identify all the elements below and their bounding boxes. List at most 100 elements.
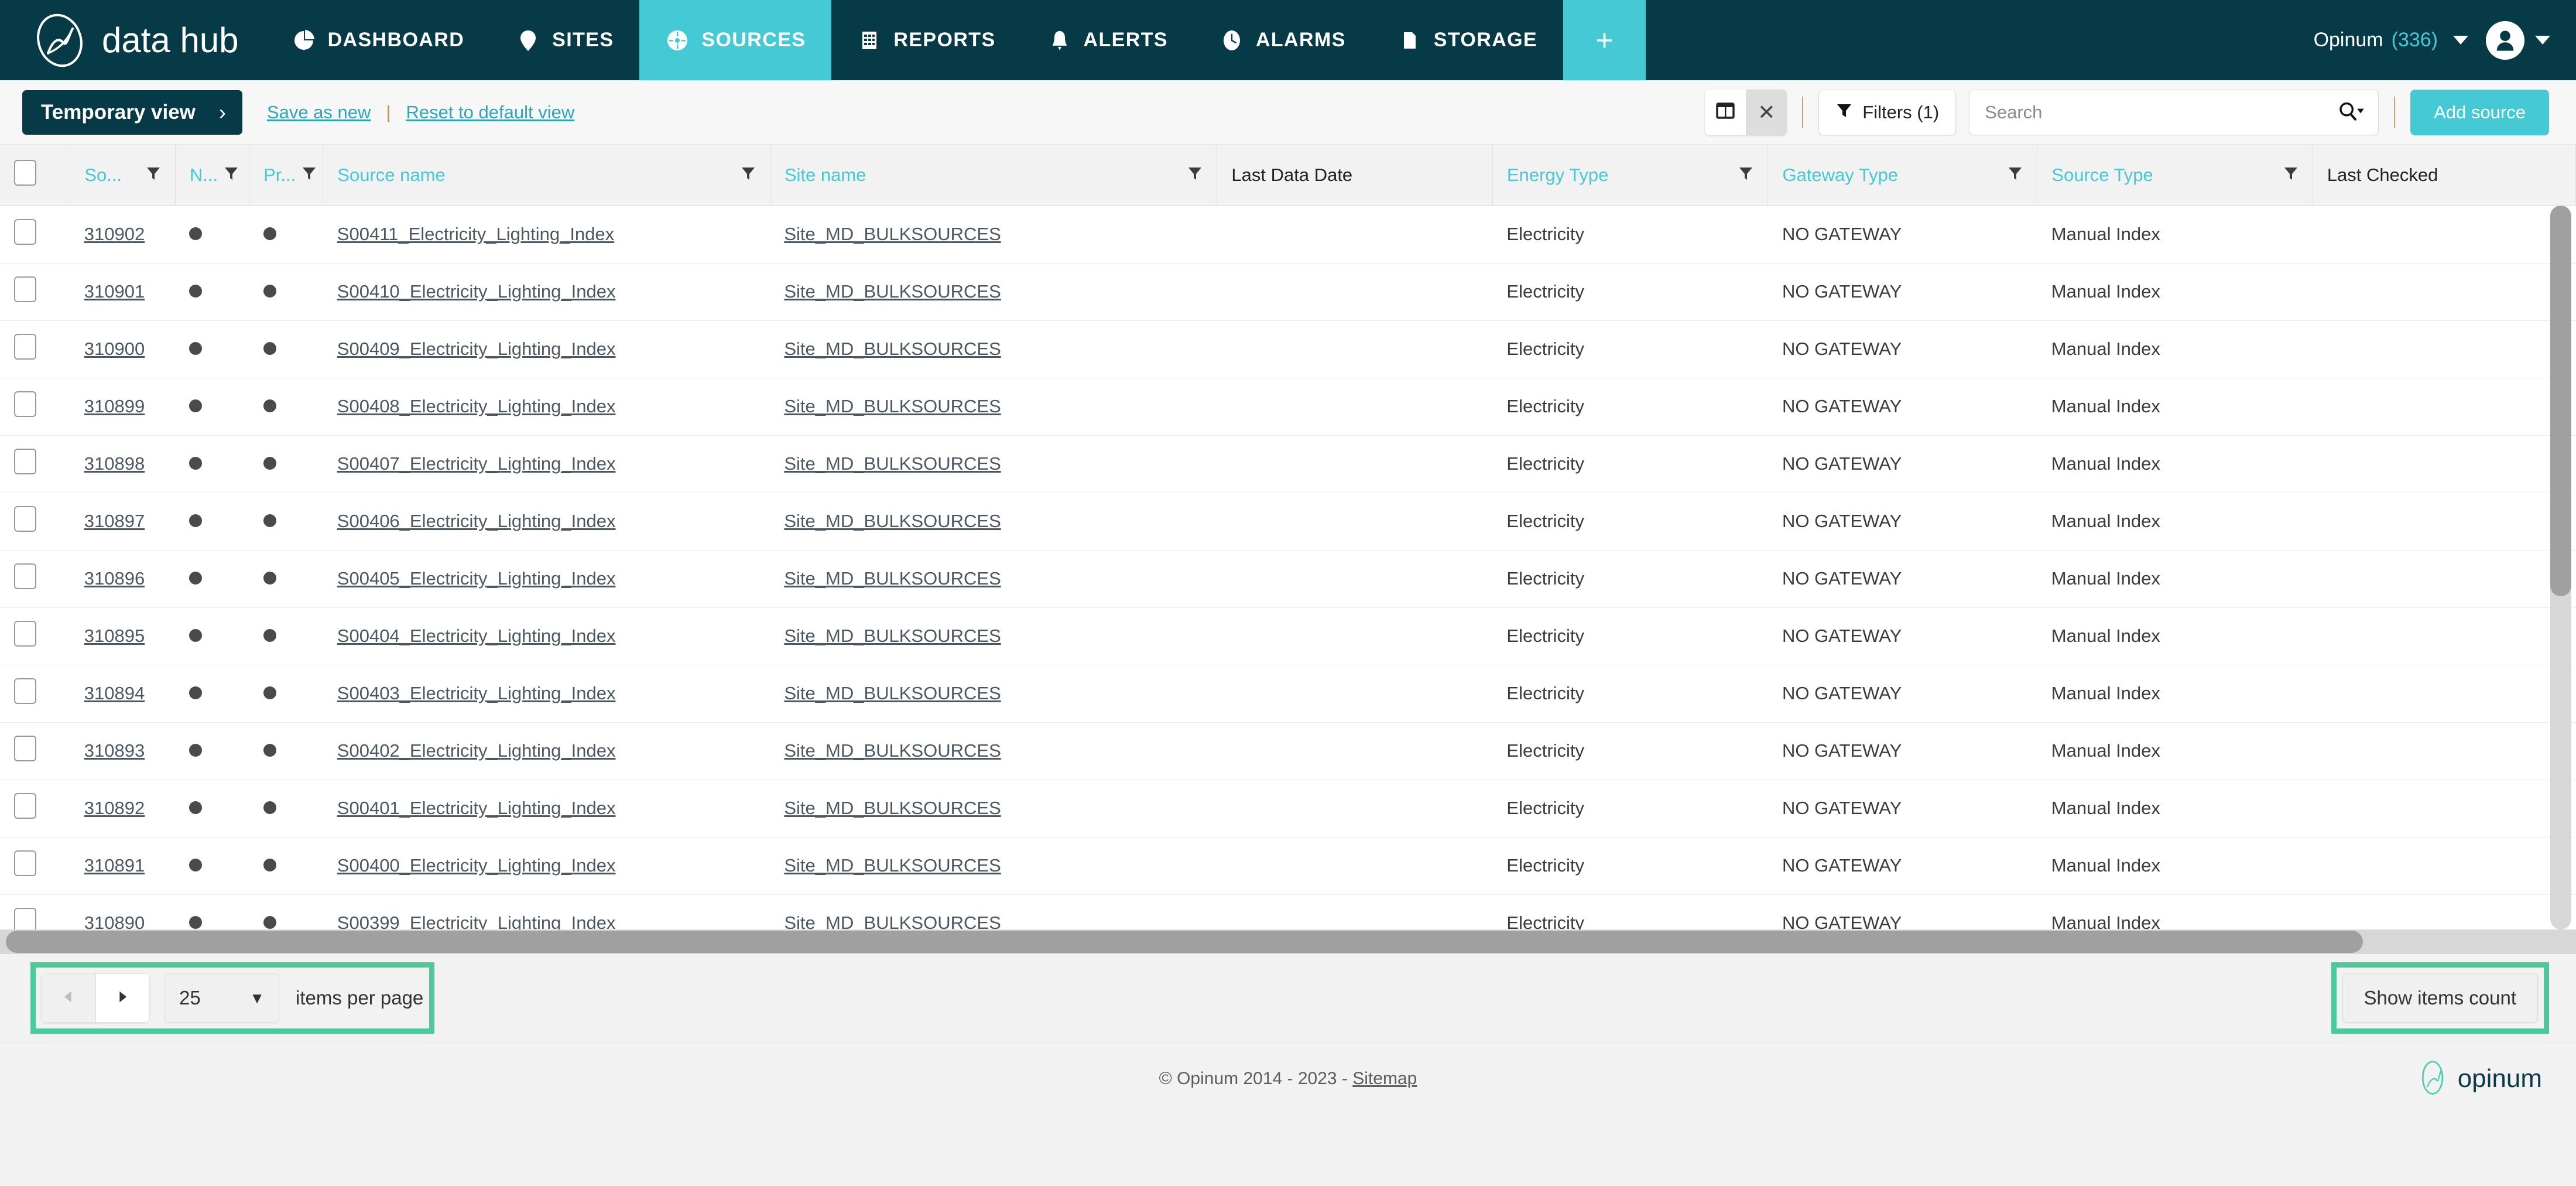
nav-item-alarms[interactable]: ALARMS [1194, 0, 1372, 80]
column-header-source_type[interactable]: Source Type [2037, 145, 2313, 206]
row-checkbox[interactable] [14, 563, 36, 589]
cell-text-source_id[interactable]: 310899 [84, 396, 145, 416]
cell-text-site_name[interactable]: Site_MD_BULKSOURCES [784, 798, 1001, 818]
row-checkbox[interactable] [14, 449, 36, 474]
cell-text-source_name[interactable]: S00409_Electricity_Lighting_Index [337, 339, 616, 359]
horizontal-scrollbar-thumb[interactable] [6, 931, 2363, 953]
temporary-view-button[interactable]: Temporary view › [22, 90, 242, 135]
row-checkbox[interactable] [14, 391, 36, 417]
clear-columns-button[interactable]: ✕ [1746, 89, 1787, 135]
cell-text-source_id[interactable]: 310892 [84, 798, 145, 818]
cell-text-source_id[interactable]: 310893 [84, 740, 145, 761]
column-filter-icon[interactable] [224, 165, 239, 186]
cell-text-site_name[interactable]: Site_MD_BULKSOURCES [784, 568, 1001, 589]
account-selector[interactable]: Opinum (336) [2314, 29, 2486, 52]
cell-text-site_name[interactable]: Site_MD_BULKSOURCES [784, 281, 1001, 302]
save-as-new-link[interactable]: Save as new [267, 102, 371, 123]
table-row[interactable]: 310896 S00405_Electricity_Lighting_Index S… [0, 550, 2576, 608]
row-checkbox[interactable] [14, 276, 36, 302]
table-row[interactable]: 310899 S00408_Electricity_Lighting_Index S… [0, 378, 2576, 436]
cell-text-source_name[interactable]: S00405_Electricity_Lighting_Index [337, 568, 616, 589]
reset-to-default-view-link[interactable]: Reset to default view [406, 102, 574, 123]
cell-text-source_name[interactable]: S00404_Electricity_Lighting_Index [337, 626, 616, 646]
table-row[interactable]: 310895 S00404_Electricity_Lighting_Index S… [0, 607, 2576, 665]
row-checkbox[interactable] [14, 678, 36, 704]
column-filter-icon[interactable] [1738, 165, 1753, 186]
row-checkbox[interactable] [14, 850, 36, 876]
cell-text-site_name[interactable]: Site_MD_BULKSOURCES [784, 339, 1001, 359]
columns-layout-button[interactable] [1705, 89, 1746, 135]
items-per-page-select[interactable]: 25 ▼ [165, 973, 279, 1023]
row-checkbox[interactable] [14, 736, 36, 761]
search-dropdown-icon[interactable] [2337, 101, 2364, 124]
cell-text-site_name[interactable]: Site_MD_BULKSOURCES [784, 626, 1001, 646]
row-checkbox[interactable] [14, 793, 36, 819]
nav-item-dashboard[interactable]: DASHBOARD [266, 0, 491, 80]
table-row[interactable]: 310891 S00400_Electricity_Lighting_Index S… [0, 837, 2576, 895]
cell-text-source_name[interactable]: S00402_Electricity_Lighting_Index [337, 740, 616, 761]
brand-logo-area[interactable]: data hub [0, 0, 266, 80]
nav-item-alerts[interactable]: ALERTS [1022, 0, 1194, 80]
cell-text-source_name[interactable]: S00401_Electricity_Lighting_Index [337, 798, 616, 818]
table-row[interactable]: 310898 S00407_Electricity_Lighting_Index S… [0, 435, 2576, 493]
column-filter-icon[interactable] [741, 165, 756, 186]
cell-text-source_id[interactable]: 310902 [84, 224, 145, 244]
nav-item-storage[interactable]: STORAGE [1372, 0, 1563, 80]
column-header-last_data_date[interactable]: Last Data Date [1217, 145, 1493, 206]
column-header-n[interactable]: N... [175, 145, 250, 206]
cell-text-source_name[interactable]: S00406_Electricity_Lighting_Index [337, 511, 616, 531]
table-row[interactable]: 310900 S00409_Electricity_Lighting_Index S… [0, 320, 2576, 378]
cell-text-site_name[interactable]: Site_MD_BULKSOURCES [784, 683, 1001, 703]
column-header-gateway_type[interactable]: Gateway Type [1767, 145, 2038, 206]
cell-text-source_name[interactable]: S00407_Electricity_Lighting_Index [337, 453, 616, 474]
cell-text-source_id[interactable]: 310894 [84, 683, 145, 703]
previous-page-button[interactable] [42, 973, 95, 1023]
cell-text-site_name[interactable]: Site_MD_BULKSOURCES [784, 740, 1001, 761]
column-header-source_name[interactable]: Source name [323, 145, 770, 206]
search-input[interactable] [1985, 101, 2338, 123]
cell-text-site_name[interactable]: Site_MD_BULKSOURCES [784, 224, 1001, 244]
column-filter-icon[interactable] [1187, 165, 1203, 186]
vertical-scrollbar[interactable] [2550, 206, 2571, 929]
search-box[interactable] [1969, 89, 2379, 135]
filters-button[interactable]: Filters (1) [1818, 89, 1957, 135]
cell-text-source_id[interactable]: 310897 [84, 511, 145, 531]
table-row[interactable]: 310897 S00406_Electricity_Lighting_Index S… [0, 493, 2576, 551]
column-header-source_id[interactable]: So... [70, 145, 176, 206]
cell-text-source_id[interactable]: 310895 [84, 626, 145, 646]
cell-text-source_name[interactable]: S00411_Electricity_Lighting_Index [337, 224, 614, 244]
vertical-scrollbar-thumb[interactable] [2550, 206, 2571, 597]
cell-text-source_name[interactable]: S00403_Electricity_Lighting_Index [337, 683, 616, 703]
column-header-pr[interactable]: Pr... [249, 145, 324, 206]
column-header-last_checked[interactable]: Last Checked [2313, 145, 2576, 206]
cell-text-site_name[interactable]: Site_MD_BULKSOURCES [784, 511, 1001, 531]
add-tab-button[interactable]: + [1563, 0, 1646, 80]
table-row[interactable]: 310894 S00403_Electricity_Lighting_Index S… [0, 665, 2576, 723]
sitemap-link[interactable]: Sitemap [1352, 1069, 1417, 1088]
add-source-button[interactable]: Add source [2410, 89, 2549, 135]
cell-text-source_name[interactable]: S00400_Electricity_Lighting_Index [337, 855, 616, 876]
cell-text-source_id[interactable]: 310900 [84, 339, 145, 359]
cell-text-source_id[interactable]: 310896 [84, 568, 145, 589]
column-filter-icon[interactable] [302, 165, 317, 186]
show-items-count-button[interactable]: Show items count [2342, 973, 2538, 1023]
nav-item-sites[interactable]: SITES [490, 0, 639, 80]
table-row[interactable]: 310901 S00410_Electricity_Lighting_Index S… [0, 263, 2576, 321]
nav-item-reports[interactable]: REPORTS [831, 0, 1021, 80]
select-all-checkbox[interactable] [14, 159, 36, 186]
table-row[interactable]: 310892 S00401_Electricity_Lighting_Index S… [0, 780, 2576, 838]
table-row[interactable]: 310902 S00411_Electricity_Lighting_Index S… [0, 206, 2576, 264]
cell-text-site_name[interactable]: Site_MD_BULKSOURCES [784, 396, 1001, 416]
row-checkbox[interactable] [14, 219, 36, 245]
next-page-button[interactable] [95, 973, 149, 1023]
nav-item-sources[interactable]: SOURCES [639, 0, 832, 80]
cell-text-source_id[interactable]: 310898 [84, 453, 145, 474]
column-header-site_name[interactable]: Site name [770, 145, 1218, 206]
column-filter-icon[interactable] [2008, 165, 2023, 186]
column-header-energy_type[interactable]: Energy Type [1492, 145, 1769, 206]
cell-text-site_name[interactable]: Site_MD_BULKSOURCES [784, 855, 1001, 876]
row-checkbox[interactable] [14, 621, 36, 647]
horizontal-scrollbar[interactable] [0, 929, 2576, 954]
cell-text-source_id[interactable]: 310891 [84, 855, 145, 876]
cell-text-source_name[interactable]: S00410_Electricity_Lighting_Index [337, 281, 616, 302]
